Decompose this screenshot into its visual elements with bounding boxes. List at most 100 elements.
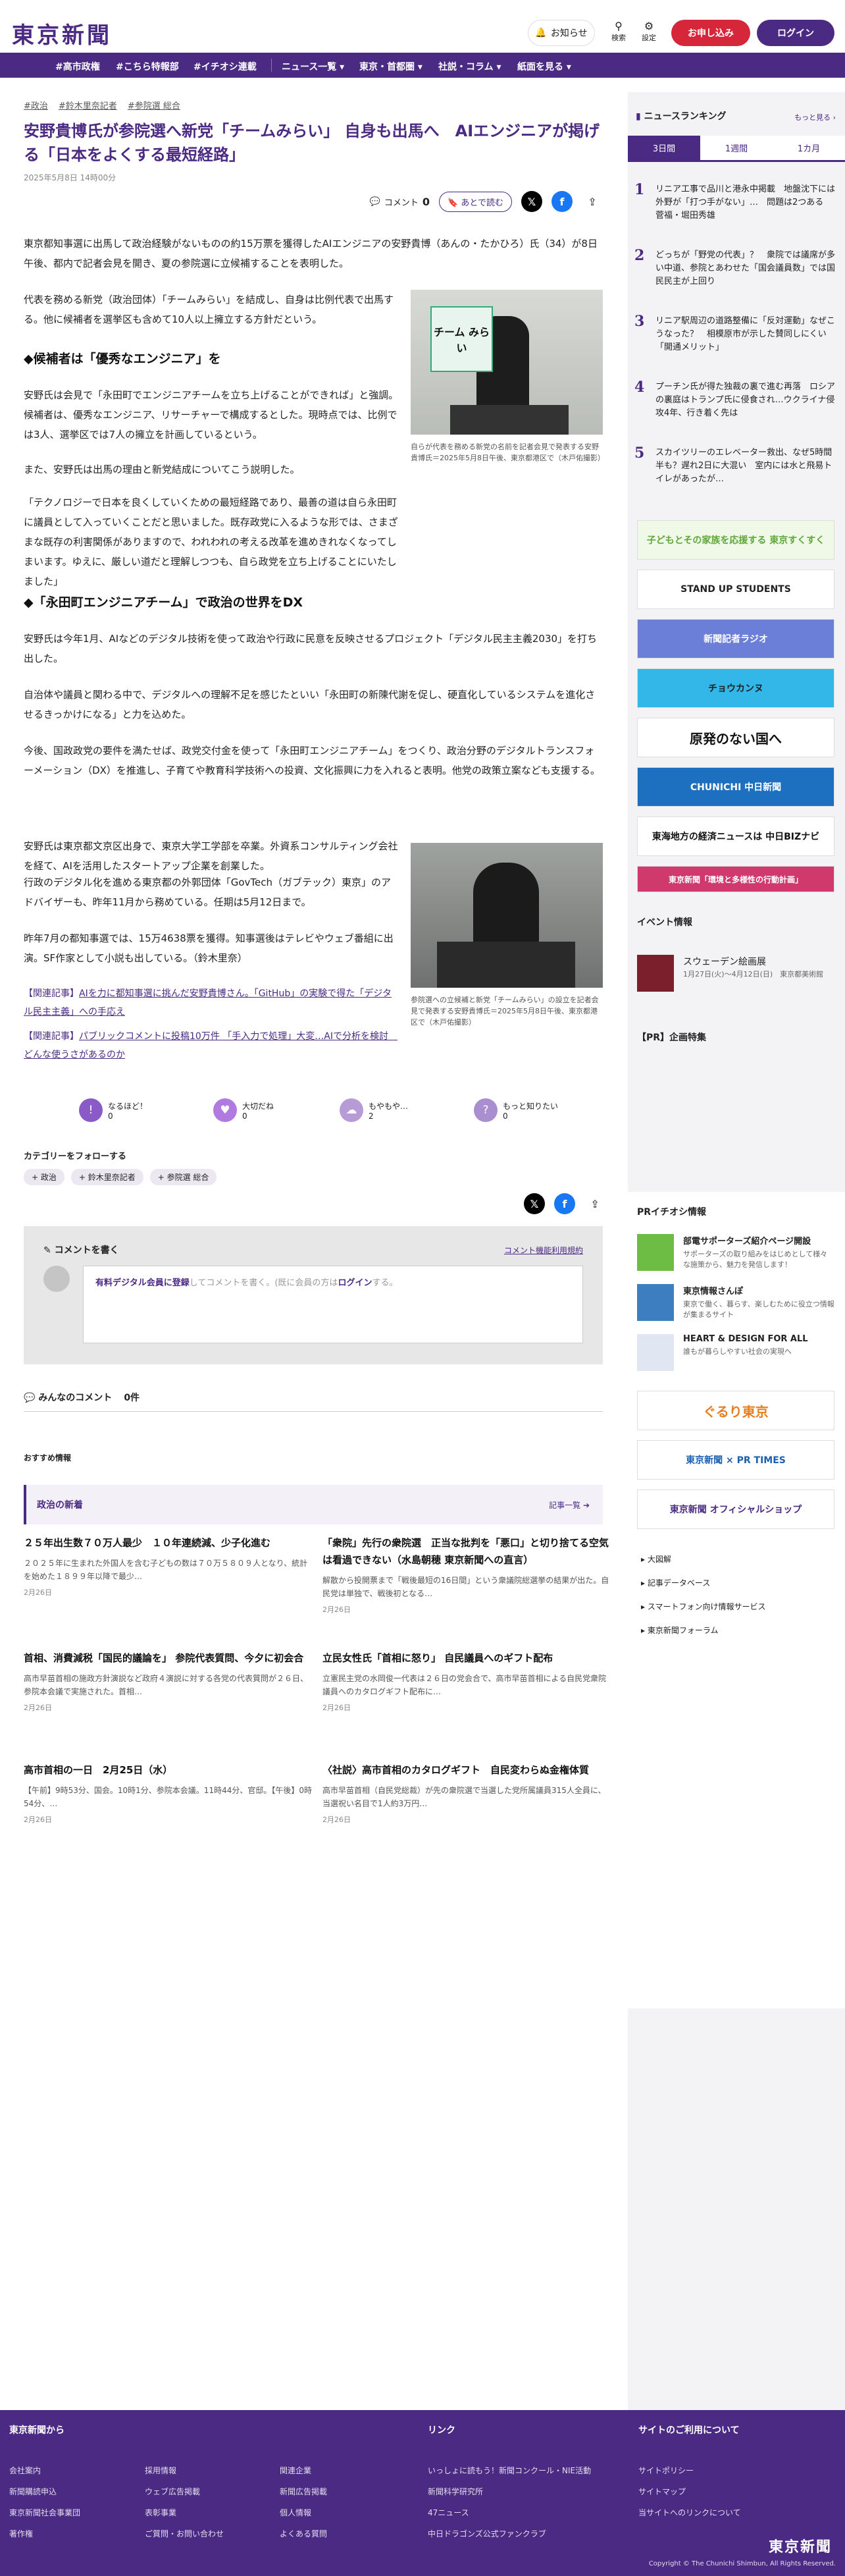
sidebar-link[interactable]: ▸ スマートフォン向け情報サービス: [641, 1595, 766, 1619]
divider: [24, 1411, 603, 1412]
nav-item[interactable]: 紙面を見る ▾: [517, 60, 571, 73]
reaction-button[interactable]: ? もっと知りたい 0: [474, 1098, 558, 1122]
facebook-share-icon[interactable]: f: [554, 1193, 575, 1214]
nav-item[interactable]: 東京・首都圏 ▾: [359, 60, 423, 73]
reaction-bar: ! なるほど！ 0 ♥ 大切だね 0 ☁ もやもや… 2 ? もっと知りたい 0: [79, 1098, 558, 1122]
ranking-item[interactable]: 2 どっちが「野党の代表」？ 衆院では議席が多い中道、参院とあわせた「国会議員数」…: [634, 248, 838, 288]
site-logo[interactable]: 東京新聞: [12, 17, 112, 49]
tab-1week[interactable]: 1週間: [700, 136, 773, 160]
tab-1month[interactable]: 1カ月: [773, 136, 845, 160]
banner-radio[interactable]: 新聞記者ラジオ: [637, 619, 834, 658]
footer-link[interactable]: 採用情報: [145, 2465, 176, 2476]
article-card[interactable]: 立民女性氏「首相に怒り」 自民議員へのギフト配布 立憲民主党の水岡俊一代表は２６日…: [322, 1650, 612, 1713]
pr-item[interactable]: 部電サポーターズ紹介ページ開設 サポーターズの取り組みをはじめとして様々な施策から…: [683, 1234, 834, 1270]
footer-link[interactable]: 東京新聞社会事業団: [9, 2507, 80, 2518]
nav-item[interactable]: ニュース一覧 ▾: [282, 60, 344, 73]
article-card[interactable]: 〈社説〉高市首相のカタログギフト 自民変わらぬ金権体質 高市早苗首相（自民党総裁）…: [322, 1761, 612, 1825]
nav-item[interactable]: #イチオシ連載: [193, 60, 257, 73]
notice-button[interactable]: 🔔 お知らせ: [528, 20, 595, 46]
ranking-item[interactable]: 5 スカイツリーのエレベーター救出、なぜ5時間半も？遅れ2日に大混い 室内には水と…: [634, 446, 838, 486]
pr-thumbnail[interactable]: [637, 1284, 674, 1321]
footer-link[interactable]: ご質問・お問い合わせ: [145, 2528, 224, 2539]
banner-no-nuclear[interactable]: 原発のない国へ: [637, 718, 834, 757]
article-card[interactable]: 「衆院」先行の衆院選 正当な批判を「悪口」と切り捨てる空気は看過できない（水島朝…: [322, 1534, 612, 1615]
login-button[interactable]: ログイン: [757, 20, 834, 46]
x-share-icon[interactable]: 𝕏: [524, 1193, 545, 1214]
article-card[interactable]: 高市首相の一日 2月25日（水） 【午前】9時53分、国会。10時1分、参院本会議…: [24, 1761, 313, 1825]
footer-logo[interactable]: 東京新聞: [769, 2535, 832, 2556]
share-icon[interactable]: ⇪: [584, 1193, 605, 1214]
footer-link[interactable]: いっしょに読もう！新聞コンクール・NIE活動: [428, 2465, 591, 2476]
pr-item[interactable]: HEART & DESIGN FOR ALL 誰もが暮らしやすい社会の実現へ: [683, 1334, 834, 1357]
footer-link[interactable]: 新聞科学研究所: [428, 2486, 483, 2497]
banner-chunichi[interactable]: CHUNICHI 中日新聞: [637, 767, 834, 807]
comment-input[interactable]: 有料デジタル会員に登録してコメントを書く。(既に会員の方はログインする。: [83, 1266, 583, 1343]
article-photo-2[interactable]: 参院選への立候補と新党「チームみらい」の設立を記者会見で発表する安野貴博氏＝20…: [411, 843, 603, 1028]
footer-link[interactable]: 当サイトへのリンクについて: [638, 2507, 741, 2518]
settings-button[interactable]: ⚙ 設定: [636, 20, 662, 43]
paragraph: 行政のデジタル化を進める東京都の外郭団体「GovTech（ガブテック）東京」のア…: [24, 876, 391, 908]
event-name[interactable]: スウェーデン絵画展: [683, 955, 766, 968]
x-share-icon[interactable]: 𝕏: [521, 191, 542, 212]
sidebar-link[interactable]: ▸ 大図解: [641, 1547, 766, 1571]
read-later-button[interactable]: 🔖 あとで読む: [439, 191, 512, 212]
footer-link[interactable]: ウェブ広告掲載: [145, 2486, 200, 2497]
banner-action-plan[interactable]: 東京新聞「環境と多様性の行動計画」: [637, 866, 834, 892]
footer-link[interactable]: 個人情報: [280, 2507, 311, 2518]
sidebar-link[interactable]: ▸ 東京新聞フォーラム: [641, 1619, 766, 1642]
banner-gururi-tokyo[interactable]: ぐるり東京: [637, 1391, 834, 1430]
facebook-share-icon[interactable]: f: [551, 191, 573, 212]
article-card[interactable]: ２５年出生数７０万人最少 １０年連続減、少子化進む ２０２５年に生まれた外国人を含…: [24, 1534, 313, 1597]
search-button[interactable]: ⚲ 検索: [605, 20, 632, 43]
reaction-button[interactable]: ♥ 大切だね 0: [213, 1098, 274, 1122]
footer-link[interactable]: 会社案内: [9, 2465, 41, 2476]
footer-link[interactable]: サイトマップ: [638, 2486, 686, 2497]
follow-tag[interactable]: + 参院選 総合: [149, 1169, 217, 1185]
follow-tag[interactable]: + 鈴木里奈記者: [70, 1169, 143, 1185]
banner-chokanu[interactable]: チョウカンヌ: [637, 668, 834, 708]
ranking-item[interactable]: 3 リニア駅周辺の道路整備に「反対運動」なぜこうなった？ 相模原市が示した賛同しに…: [634, 314, 838, 354]
footer-link[interactable]: よくある質問: [280, 2528, 327, 2539]
footer-link[interactable]: 新聞購読申込: [9, 2486, 57, 2497]
pr-thumbnail[interactable]: [637, 1334, 674, 1371]
nav-item[interactable]: #高市政権: [55, 60, 100, 73]
ranking-more-link[interactable]: もっと見る ›: [794, 112, 836, 122]
tab-3days[interactable]: 3日間: [628, 136, 700, 160]
banner-sukusuku[interactable]: 子どもとその家族を応援する 東京すくすく: [637, 520, 834, 560]
footer-link[interactable]: 著作権: [9, 2528, 33, 2539]
ranking-item[interactable]: 1 リニア工事で品川と港永中掲載 地盤沈下には外野が「打つ手がない」… 問題は2つ…: [634, 182, 838, 223]
more-articles-link[interactable]: 記事一覧 ➔: [549, 1499, 590, 1511]
sidebar-link[interactable]: ▸ 記事データベース: [641, 1571, 766, 1595]
banner-stand-up-students[interactable]: STAND UP STUDENTS: [637, 570, 834, 609]
related-link[interactable]: パブリックコメントに投稿10万件 「手入力で処理」大変…AIで分析を検討 どんな…: [24, 1031, 397, 1060]
banner-pr-times[interactable]: 東京新聞 × PR TIMES: [637, 1440, 834, 1480]
article-card[interactable]: 首相、消費減税「国民的議論を」 参院代表質問、今夕に初会合 高市早苗首相の施政方針…: [24, 1650, 313, 1713]
banner-official-shop[interactable]: 東京新聞 オフィシャルショップ: [637, 1489, 834, 1529]
event-thumbnail[interactable]: [637, 955, 674, 992]
footer-link[interactable]: 47ニュース: [428, 2507, 469, 2518]
footer-link[interactable]: 新聞広告掲載: [280, 2486, 327, 2497]
paragraph: 安野氏は東京都文京区出身で、東京大学工学部を卒業。外資系コンサルティング会社を経…: [24, 840, 398, 872]
banner-biz-navi[interactable]: 東海地方の経済ニュースは 中日BIZナビ: [637, 817, 834, 856]
footer-link[interactable]: 中日ドラゴンズ公式ファンクラブ: [428, 2528, 546, 2539]
comment-link[interactable]: 💬 コメント 0: [370, 196, 430, 208]
share-icon[interactable]: ⇪: [582, 191, 603, 212]
ranking-item[interactable]: 4 プーチン氏が得た独裁の裏で進む再落 ロシアの裏庭はトランプ氏に侵食され…ウクラ…: [634, 380, 838, 420]
article-photo-1[interactable]: チーム みらい 自らが代表を務める新党の名前を記者会見で発表する安野貴博氏＝20…: [411, 290, 605, 464]
pr-item[interactable]: 東京情報さんぽ 東京で働く、暮らす、楽しむために役立つ情報が集まるサイト: [683, 1284, 834, 1320]
comment-rules-link[interactable]: コメント機能利用規約: [504, 1245, 583, 1256]
pr-thumbnail[interactable]: [637, 1234, 674, 1271]
nav-item[interactable]: #こちら特報部: [116, 60, 179, 73]
related-link[interactable]: AIを力に都知事選に挑んだ安野貴博さん。「GitHub」の実験で得た「デジタル民…: [24, 988, 392, 1017]
tag-link[interactable]: #政治: [24, 99, 48, 111]
nav-item[interactable]: 社説・コラム ▾: [438, 60, 501, 73]
signup-button[interactable]: お申し込み: [671, 20, 750, 46]
footer-link[interactable]: 表彰事業: [145, 2507, 176, 2518]
tag-link[interactable]: #参院選 総合: [128, 99, 180, 111]
tag-link[interactable]: #鈴木里奈記者: [59, 99, 117, 111]
footer-link[interactable]: 関連企業: [280, 2465, 311, 2476]
reaction-button[interactable]: ☁ もやもや… 2: [340, 1098, 408, 1122]
reaction-button[interactable]: ! なるほど！ 0: [79, 1098, 147, 1122]
footer-link[interactable]: サイトポリシー: [638, 2465, 694, 2476]
follow-tag[interactable]: + 政治: [24, 1169, 64, 1185]
